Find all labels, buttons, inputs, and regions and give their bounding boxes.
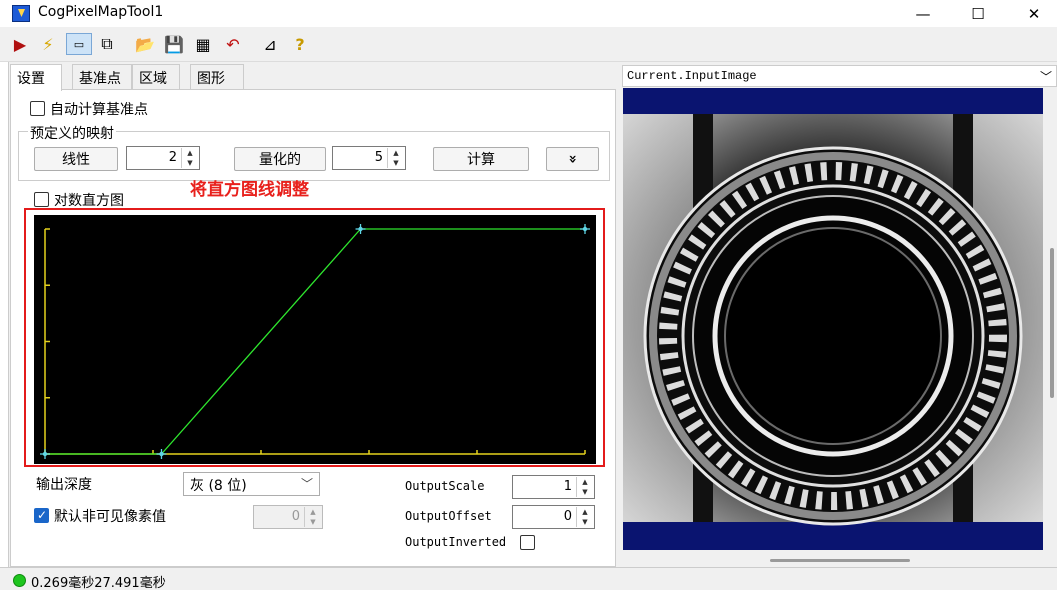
compute-button[interactable]: 计算 (433, 147, 529, 171)
spin-up-icon[interactable]: ▲ (577, 477, 593, 487)
output-inverted-checkbox[interactable] (520, 535, 535, 550)
image-display[interactable] (623, 88, 1043, 550)
status-bar: 0.269毫秒27.491毫秒 (0, 567, 1057, 590)
run-icon[interactable]: ▶ (9, 33, 31, 55)
measure-icon[interactable]: ⊿ (259, 33, 281, 55)
tab-graphics[interactable]: 图形 (190, 64, 244, 89)
output-depth-select[interactable]: 灰 (8 位) ﹀ (183, 472, 320, 496)
spin-down-icon[interactable]: ▼ (577, 517, 593, 527)
save-icon[interactable]: 💾 (163, 33, 185, 55)
help-icon[interactable]: ? (289, 33, 311, 55)
quantized-stepper[interactable]: 5 ▲ ▼ (332, 146, 406, 170)
vertical-scrollbar[interactable] (1047, 88, 1057, 558)
spin-down-icon: ▼ (310, 518, 316, 526)
spin-up-icon: ▲ (310, 508, 316, 516)
quantized-value: 5 (374, 150, 383, 165)
image-source-select[interactable]: Current.InputImage ﹀ (622, 65, 1057, 87)
mapping-curve-svg[interactable] (34, 215, 596, 464)
spin-up-icon[interactable]: ▲ (388, 148, 404, 158)
open-folder-icon[interactable]: 📂 (134, 33, 156, 55)
image-source-value: Current.InputImage (627, 69, 757, 83)
linear-stepper[interactable]: 2 ▲ ▼ (126, 146, 200, 170)
log-hist-label: 对数直方图 (54, 193, 124, 209)
title-bar: CogPixelMapTool1 — ☐ ✕ (0, 0, 1057, 27)
tab-reference-points[interactable]: 基准点 (72, 64, 132, 89)
output-scale-label: OutputScale (405, 479, 485, 493)
curve-handle[interactable] (580, 224, 590, 234)
image-display-icon[interactable]: ▭ (66, 33, 92, 55)
default-invisible-value: 0 (291, 509, 300, 524)
auto-ref-checkbox[interactable] (30, 101, 45, 116)
linear-button[interactable]: 线性 (34, 147, 118, 171)
output-inverted-label: OutputInverted (405, 535, 507, 549)
spin-down-icon[interactable]: ▼ (388, 158, 404, 168)
default-invisible-label: 默认非可见像素值 (54, 509, 166, 525)
status-ok-icon (13, 574, 26, 587)
annotation-text: 将直方图线调整 (190, 180, 309, 200)
spin-down-icon[interactable]: ▼ (182, 158, 198, 168)
spin-up-icon[interactable]: ▲ (182, 148, 198, 158)
auto-ref-label: 自动计算基准点 (50, 102, 148, 118)
default-invisible-stepper: 0 ▲ ▼ (253, 505, 323, 529)
app-icon (12, 5, 30, 22)
maximize-icon[interactable]: ☐ (955, 0, 1001, 27)
tab-settings[interactable]: 设置 (10, 64, 62, 91)
reset-icon[interactable]: ↶ (222, 33, 244, 55)
status-text: 0.269毫秒27.491毫秒 (31, 576, 166, 590)
quantized-button[interactable]: 量化的 (234, 147, 326, 171)
output-scale-stepper[interactable]: 1 ▲ ▼ (512, 475, 595, 499)
mapping-curve-line (45, 228, 585, 455)
scroll-thumb[interactable] (1050, 248, 1054, 398)
predefined-label: 预定义的映射 (28, 123, 116, 143)
output-scale-value: 1 (563, 479, 572, 494)
linear-value: 2 (168, 150, 177, 165)
bearing-image (623, 114, 1043, 526)
chevron-down-icon: ﹀ (1039, 70, 1052, 84)
left-strip (0, 62, 9, 567)
save-as-icon[interactable]: ▦ (192, 33, 214, 55)
chevron-down-icon: ﹀ (300, 477, 313, 491)
log-hist-checkbox[interactable] (34, 192, 49, 207)
spin-up-icon[interactable]: ▲ (577, 507, 593, 517)
spin-down-icon[interactable]: ▼ (577, 487, 593, 497)
minimize-icon[interactable]: — (900, 0, 946, 27)
window-title: CogPixelMapTool1 (38, 4, 164, 20)
tab-region[interactable]: 区域 (132, 64, 180, 89)
output-offset-label: OutputOffset (405, 509, 492, 523)
copy-icon[interactable]: ⧉ (96, 33, 118, 55)
close-icon[interactable]: ✕ (1011, 0, 1057, 27)
histogram-graph[interactable] (34, 215, 596, 464)
output-offset-value: 0 (563, 509, 572, 524)
lightning-icon[interactable]: ⚡ (37, 33, 59, 55)
output-offset-stepper[interactable]: 0 ▲ ▼ (512, 505, 595, 529)
toolbar: ▶ ⚡ ▭ ⧉ 📂 💾 ▦ ↶ ⊿ ? (0, 28, 1057, 62)
chevron-double-down-icon: » (564, 154, 581, 164)
curve-handle[interactable] (40, 449, 50, 459)
output-depth-value: 灰 (8 位) (190, 478, 247, 494)
default-invisible-checkbox[interactable] (34, 508, 49, 523)
horizontal-scroll-thumb[interactable] (770, 559, 910, 562)
output-depth-label: 输出深度 (36, 477, 92, 493)
expand-button[interactable]: » (546, 147, 599, 171)
